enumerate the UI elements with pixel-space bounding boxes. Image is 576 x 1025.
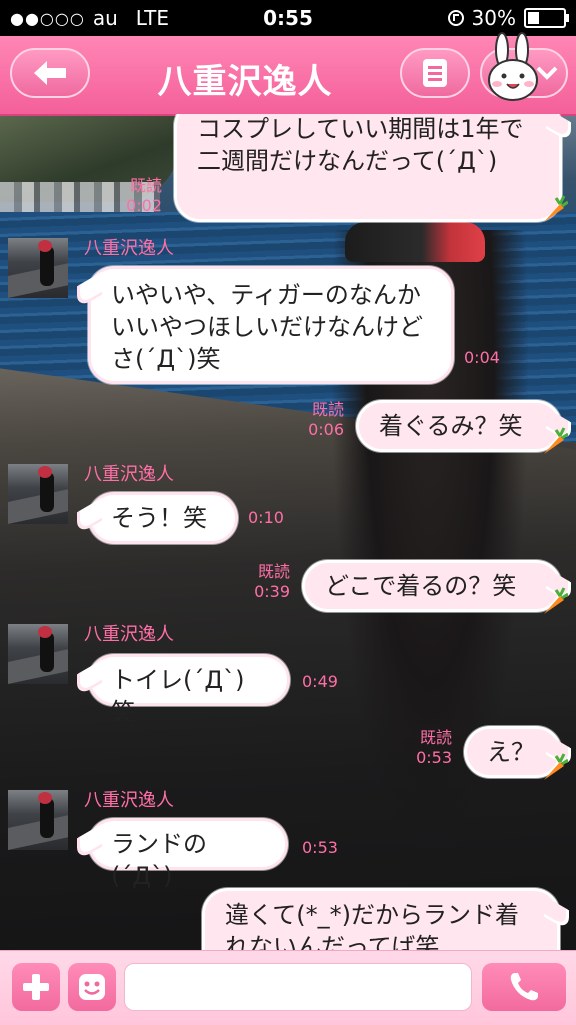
message-meta: 既読 0:53 [398, 728, 452, 768]
carrot-icon [544, 427, 568, 454]
arrow-left-icon [34, 61, 66, 85]
chat-title: 八重沢逸人 [157, 62, 333, 102]
message-time: 0:53 [302, 838, 338, 857]
message-input[interactable] [124, 963, 472, 1011]
message-time: 0:02 [126, 196, 162, 215]
avatar[interactable] [8, 790, 68, 850]
message-bubble-in: ランドの(´Д`) [88, 818, 288, 890]
message-bubble-out: 違くて(*_*)だからランド着れないんだってば笑 [202, 888, 560, 950]
avatar[interactable] [8, 464, 68, 524]
message-bubble-out: 着ぐるみ？笑 [356, 400, 562, 452]
carrot-icon [544, 587, 568, 614]
sender-name: 八重沢逸人 [84, 464, 174, 485]
message-bubble-in: トイレ(´Д`)笑 [88, 654, 290, 726]
input-bar [0, 950, 576, 1025]
message-meta: 既読 0:39 [236, 562, 290, 602]
message-meta: 既読 0:02 [110, 176, 162, 216]
sender-name: 八重沢逸人 [84, 790, 174, 811]
read-receipt: 既読 [257, 562, 290, 581]
message-meta: 既読 0:06 [290, 400, 344, 440]
avatar[interactable] [8, 238, 68, 298]
message-bubble-in: いやいや、ティガーのなんかいいやつほしいだけなんけどさ(´Д`)笑 [88, 266, 454, 384]
read-receipt: 既読 [419, 728, 452, 747]
list-icon [423, 59, 447, 87]
carrot-icon [544, 195, 568, 222]
message-time: 0:04 [464, 348, 500, 367]
message-list[interactable]: コスプレしていい期間は1年で二週間だけなんだって(´Д`) 既読 0:02 八重… [0, 114, 576, 950]
message-time: 0:06 [308, 420, 344, 439]
read-receipt: 既読 [129, 176, 162, 195]
rotation-lock-icon [447, 10, 464, 26]
sender-name: 八重沢逸人 [84, 624, 174, 645]
add-attachment-button[interactable] [12, 963, 60, 1011]
emoji-button[interactable] [68, 963, 116, 1011]
message-time: 0:53 [416, 748, 452, 767]
message-bubble-out: コスプレしていい期間は1年で二週間だけなんだって(´Д`) [174, 114, 562, 222]
battery-icon [524, 8, 569, 28]
message-bubble-in: そう！笑 [88, 492, 238, 544]
message-time: 0:49 [302, 672, 338, 691]
sender-name: 八重沢逸人 [84, 238, 174, 259]
read-receipt: 既読 [311, 400, 344, 419]
phone-icon [510, 973, 538, 1001]
status-bar: ●●○○○ au LTE 0:55 30% [0, 0, 576, 36]
carrot-icon [544, 753, 568, 780]
menu-button[interactable] [400, 48, 470, 98]
chat-header: 八重沢逸人 [0, 32, 576, 116]
call-button[interactable] [482, 963, 566, 1011]
message-time: 0:10 [248, 508, 284, 527]
back-button[interactable] [10, 48, 90, 98]
message-time: 0:39 [254, 582, 290, 601]
battery-percent: 30% [471, 6, 516, 30]
emoji-icon [79, 974, 105, 1000]
bunny-sticker-icon [488, 32, 538, 101]
message-bubble-out: どこで着るの？笑 [302, 560, 562, 612]
avatar[interactable] [8, 624, 68, 684]
plus-icon [23, 974, 49, 1000]
